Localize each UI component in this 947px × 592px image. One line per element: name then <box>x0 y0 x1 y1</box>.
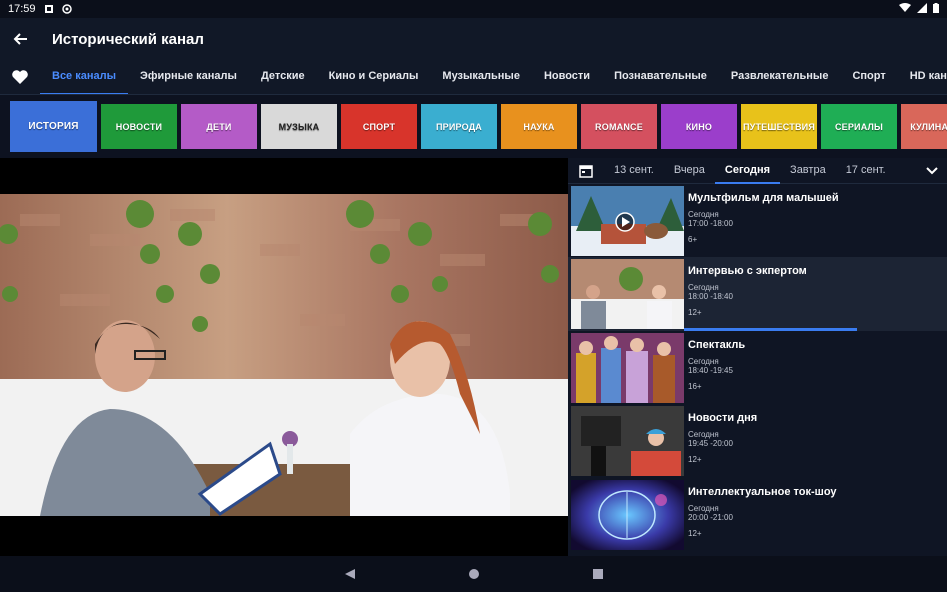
chevron-down-icon <box>926 166 938 174</box>
app-header: Исторический канал <box>0 18 947 60</box>
channel-tile[interactable]: СПОРТ <box>341 104 417 149</box>
program-day: Сегодня <box>688 210 719 219</box>
program-thumbnail <box>571 406 684 477</box>
program-thumbnail <box>571 186 684 256</box>
program-age-rating: 12+ <box>688 528 702 538</box>
channel-tile[interactable]: ПРИРОДА <box>421 104 497 149</box>
program-title: Интервью с экпертом <box>688 265 807 278</box>
category-tab[interactable]: Кино и Сериалы <box>317 60 431 94</box>
schedule-panel: 13 сент. Вчера Сегодня Завтра 17 сент. Мульт… <box>568 158 947 556</box>
program-time: 17:00 -18:00 <box>688 219 733 228</box>
program-title: Интеллектуальное ток-шоу <box>688 485 837 498</box>
signal-icon <box>917 2 927 16</box>
status-time: 17:59 <box>8 3 36 15</box>
program-time: 18:40 -19:45 <box>688 365 733 375</box>
heart-icon <box>12 70 28 84</box>
status-bar: 17:59 <box>0 0 947 18</box>
program-item[interactable]: Мультфильм для малышей Сегодня 17:00 -18:0… <box>568 184 947 257</box>
back-button[interactable] <box>0 18 40 60</box>
category-tab[interactable]: HD каналы <box>898 60 947 94</box>
program-item[interactable]: Спектакль Сегодня 18:40 -19:45 16+ <box>568 331 947 404</box>
nav-back-button[interactable] <box>340 564 360 584</box>
category-tab[interactable]: Новости <box>532 60 602 94</box>
program-thumbnail <box>571 332 684 403</box>
program-title: Спектакль <box>688 338 746 351</box>
channel-tile[interactable]: НАУКА <box>501 104 577 149</box>
triangle-back-icon <box>344 569 355 579</box>
category-tab[interactable]: Эфирные каналы <box>128 60 249 94</box>
program-item[interactable]: Новости дня Сегодня 19:45 -20:00 12+ <box>568 404 947 477</box>
page-title: Исторический канал <box>52 30 204 48</box>
channel-tile[interactable]: ROMANCE <box>581 104 657 149</box>
battery-icon <box>933 2 939 16</box>
sync-icon <box>61 4 72 14</box>
program-item[interactable]: Интеллектуальное ток-шоу Сегодня 20:00 -21… <box>568 478 947 551</box>
program-info: Интервью с экпертом Сегодня 18:00 -18:40 12… <box>688 257 807 330</box>
channel-tile[interactable]: МУЗЫКА <box>261 104 337 149</box>
program-time: 18:00 -18:40 <box>688 292 733 302</box>
program-age-rating: 16+ <box>688 381 702 391</box>
video-frame <box>0 194 568 516</box>
calendar-icon <box>579 164 593 178</box>
calendar-button[interactable] <box>568 158 604 184</box>
program-day: Сегодня <box>688 283 719 293</box>
date-tab[interactable]: Завтра <box>780 158 836 184</box>
program-info: Новости дня Сегодня 19:45 -20:00 12+ <box>688 404 757 477</box>
program-info: Мультфильм для малышей Сегодня 17:00 -18:0… <box>688 184 839 257</box>
square-recents-icon <box>592 569 603 579</box>
expand-button[interactable] <box>917 158 947 184</box>
channel-tile[interactable]: ДЕТИ <box>181 104 257 149</box>
program-info: Интеллектуальное ток-шоу Сегодня 20:00 -21… <box>688 478 837 551</box>
program-time: 20:00 -21:00 <box>688 512 733 522</box>
nav-recents-button[interactable] <box>588 564 608 584</box>
program-age-rating: 12+ <box>688 455 702 465</box>
program-time: 19:45 -20:00 <box>688 439 733 449</box>
channel-tile[interactable]: НОВОСТИ <box>101 104 177 149</box>
channel-tile[interactable]: КИНО <box>661 104 737 149</box>
program-title: Новости дня <box>688 412 758 425</box>
program-age-rating: 6+ <box>688 235 698 244</box>
category-tab[interactable]: Музыкальные <box>430 60 532 94</box>
channel-tile[interactable]: СЕРИАЛЫ <box>821 104 897 149</box>
program-day: Сегодня <box>688 503 719 513</box>
category-tab[interactable]: Развлекательные <box>719 60 841 94</box>
program-item[interactable]: Интервью с экпертом Сегодня 18:00 -18:40 12… <box>568 257 947 331</box>
wifi-icon <box>899 2 911 16</box>
channel-strip: ИСТОРИЯ НОВОСТИ ДЕТИ МУЗЫКА СПОРТ ПРИРОДА НАУК… <box>0 95 947 158</box>
back-arrow-icon <box>13 33 27 45</box>
program-day: Сегодня <box>688 356 719 366</box>
date-tab[interactable]: Вчера <box>664 158 715 184</box>
program-age-rating: 12+ <box>688 308 702 318</box>
program-title: Мультфильм для малышей <box>688 192 839 204</box>
date-tab[interactable]: 13 сент. <box>604 158 664 184</box>
circle-home-icon <box>468 569 479 579</box>
program-info: Спектакль Сегодня 18:40 -19:45 16+ <box>688 331 745 404</box>
navigation-bar <box>0 556 947 592</box>
category-tab[interactable]: Познавательные <box>602 60 719 94</box>
channel-tile[interactable]: ИСТОРИЯ <box>10 101 97 152</box>
video-player[interactable] <box>0 158 568 556</box>
category-tabs: Все каналы Эфирные каналы Детские Кино и Се… <box>0 60 947 95</box>
date-bar: 13 сент. Вчера Сегодня Завтра 17 сент. <box>568 158 947 184</box>
channel-tile[interactable]: ПУТЕШЕСТВИЯ <box>741 104 817 149</box>
program-day: Сегодня <box>688 430 719 440</box>
program-thumbnail <box>571 479 684 550</box>
category-tab[interactable]: Все каналы <box>40 60 129 94</box>
program-thumbnail <box>571 259 684 330</box>
nav-home-button[interactable] <box>464 564 484 584</box>
date-tab[interactable]: Сегодня <box>714 158 781 184</box>
channel-tile[interactable]: КУЛИНАРИЯ <box>901 104 947 149</box>
date-tab[interactable]: 17 сент. <box>836 158 896 184</box>
category-tab[interactable]: Спорт <box>840 60 897 94</box>
favorites-button[interactable] <box>0 60 40 94</box>
notification-icon <box>44 4 54 14</box>
category-tab[interactable]: Детские <box>249 60 317 94</box>
